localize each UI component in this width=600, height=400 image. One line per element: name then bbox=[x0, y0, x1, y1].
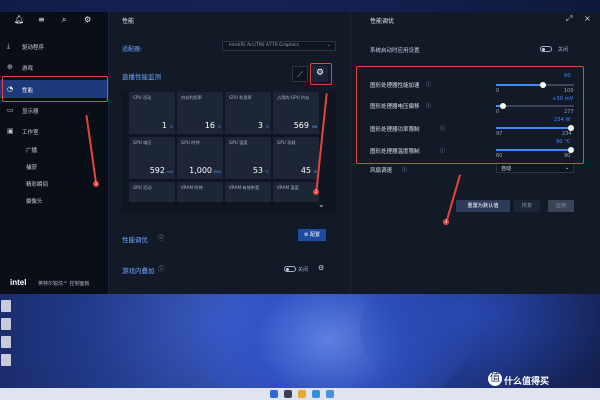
desktop-icon[interactable] bbox=[1, 318, 11, 330]
bell-icon[interactable]: 🔔︎ bbox=[14, 15, 24, 24]
startup-toggle[interactable] bbox=[540, 46, 552, 52]
close-icon[interactable]: × bbox=[584, 14, 591, 23]
adapter-value: Intel(R) Arc(TM) A770 Graphics bbox=[229, 43, 299, 48]
expand-icon[interactable]: ⤢ bbox=[566, 14, 572, 24]
metric-tile: VRAM 有效带宽 bbox=[225, 182, 271, 202]
startup-label: 系统启动时应用设置 bbox=[370, 48, 420, 54]
chevron-down-icon: ⌄ bbox=[327, 43, 331, 48]
highlight-box bbox=[2, 76, 108, 102]
fan-value: 自动 bbox=[501, 166, 512, 172]
desktop-icon[interactable] bbox=[1, 300, 11, 312]
fan-select[interactable]: 自动 ⌄ bbox=[496, 163, 574, 173]
chart-button[interactable]: ⟋ bbox=[292, 66, 308, 82]
metric-tile: GPU 温度 53 °C bbox=[225, 137, 271, 179]
chevron-down-icon[interactable]: ⌄ bbox=[318, 200, 325, 209]
metric-tile: GPU 时钟 1,000 MHz bbox=[177, 137, 223, 179]
startup-toggle-label: 关闭 bbox=[558, 47, 569, 53]
highlight-box bbox=[356, 66, 584, 164]
fan-label: 风扇调速 bbox=[370, 168, 393, 174]
help-icon[interactable]: ⓘ bbox=[158, 264, 164, 273]
adapter-select[interactable]: Intel(R) Arc(TM) A770 Graphics ⌄ bbox=[222, 41, 336, 51]
sidebar-toolbar: 🔔︎ ≡ ⌕ ⚙ bbox=[0, 12, 108, 28]
download-icon: ⤓ bbox=[7, 42, 11, 50]
help-icon[interactable]: ⓘ bbox=[402, 166, 407, 173]
gamepad-icon: ⊕ bbox=[7, 63, 13, 71]
metric-tile: VRAM 时钟 bbox=[177, 182, 223, 202]
desktop-icon[interactable] bbox=[1, 336, 11, 348]
browser-icon[interactable] bbox=[312, 390, 320, 398]
annotation-marker: 2 bbox=[313, 189, 319, 195]
right-panel-title: 性能调优 bbox=[370, 18, 395, 25]
overlay-toggle-label: 关闭 bbox=[298, 267, 309, 273]
help-icon[interactable]: ⓘ bbox=[158, 233, 164, 242]
restore-button[interactable]: 恢复 bbox=[514, 200, 540, 212]
app-icon[interactable] bbox=[326, 390, 334, 398]
metric-tile: CPU 活动 1 % bbox=[129, 92, 175, 134]
annotation-marker: 3 bbox=[443, 219, 449, 225]
sidebar-item-drivers[interactable]: ⤓ 驱动程序 bbox=[0, 40, 108, 52]
gear-icon[interactable]: ⚙ bbox=[318, 264, 324, 272]
adapter-label: 适配器: bbox=[122, 46, 143, 53]
live-monitor-title: 直播性能监测 bbox=[122, 73, 161, 81]
page-title: 性能 bbox=[122, 18, 135, 25]
highlight-box bbox=[310, 63, 332, 85]
search-icon[interactable]: ⌕ bbox=[62, 15, 66, 25]
sidebar-item-games[interactable]: ⊕ 游戏 bbox=[0, 61, 108, 73]
watermark-text: 什么值得买 bbox=[504, 377, 550, 387]
folder-icon[interactable] bbox=[298, 390, 306, 398]
metric-tile: 内存利用率 16 % bbox=[177, 92, 223, 134]
watermark-logo: 值 bbox=[488, 372, 502, 386]
intel-logo: intel bbox=[10, 278, 27, 287]
studio-icon: ▣ bbox=[7, 127, 14, 135]
apply-button[interactable]: 应用 bbox=[548, 200, 574, 212]
tuning-label: 性能调优 bbox=[122, 236, 148, 244]
sidebar-subitem-highlights[interactable]: 精彩瞬间 bbox=[0, 177, 108, 189]
start-icon[interactable] bbox=[270, 390, 278, 398]
menu-icon[interactable]: ≡ bbox=[38, 15, 45, 24]
metric-tile: GPU 电压 592 mV bbox=[129, 137, 175, 179]
brand-text: 英特尔锐炫™ 控制面板 bbox=[38, 281, 90, 287]
overlay-label: 游戏内叠加 bbox=[122, 267, 155, 275]
gear-icon[interactable]: ⚙ bbox=[84, 15, 91, 24]
chevron-down-icon: ⌄ bbox=[565, 165, 570, 171]
metric-tile: GPU 利用率 3 % bbox=[225, 92, 271, 134]
sidebar-subitem-camera[interactable]: 摄像头 bbox=[0, 194, 108, 206]
sidebar-item-display[interactable]: ▭ 显示器 bbox=[0, 104, 108, 116]
metric-tile: GPU 活动 bbox=[129, 182, 175, 202]
metric-tile: GPU 功耗 45 W bbox=[273, 137, 319, 179]
metric-tile: 占用的 GPU 内存 569 MB bbox=[273, 92, 319, 134]
overlay-toggle[interactable] bbox=[284, 266, 296, 272]
monitor-icon: ▭ bbox=[7, 106, 14, 114]
search-icon[interactable] bbox=[284, 390, 292, 398]
config-button[interactable]: ⚙ 配置 bbox=[298, 229, 326, 241]
desktop-icon[interactable] bbox=[1, 354, 11, 366]
reset-button[interactable]: 重置为默认值 bbox=[456, 200, 510, 212]
sidebar-item-studio[interactable]: ▣ 工作室 bbox=[0, 125, 108, 137]
annotation-marker: 1 bbox=[93, 181, 99, 187]
chart-icon: ⟋ bbox=[297, 70, 303, 79]
